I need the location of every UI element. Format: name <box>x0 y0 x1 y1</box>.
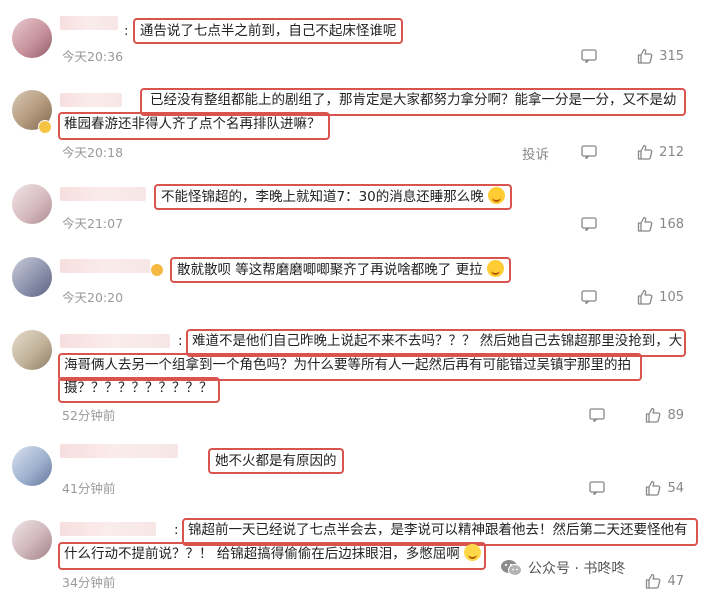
comment-time: 今天20:18 <box>62 145 124 160</box>
comment-text-line1: 已经没有整组都能上的剧组了，那肯定是大家都努力拿分啊？能拿一分是一分，又不是幼 <box>150 92 677 108</box>
username-blurred[interactable] <box>60 187 146 201</box>
thumbs-up-icon[interactable] <box>645 480 661 496</box>
comment-text: 不能怪锦超的，李晚上就知道7：30的消息还睡那么晚 <box>154 184 513 210</box>
like-count: 212 <box>659 144 684 160</box>
comment-icon[interactable] <box>581 49 597 63</box>
like-count: 105 <box>659 289 684 305</box>
thumbs-up-icon[interactable] <box>637 48 653 64</box>
avatar[interactable] <box>12 18 52 58</box>
crying-emoji-icon <box>464 544 482 561</box>
thumbs-up-icon[interactable] <box>637 216 653 232</box>
comment-item: 她不火都是有原因的 41分钟前 54 <box>0 430 714 510</box>
colon-separator: : <box>178 333 183 349</box>
comment-icon[interactable] <box>581 290 597 304</box>
comment-highlight: 她不火都是有原因的 <box>208 448 344 474</box>
username-blurred[interactable] <box>60 334 170 348</box>
comment-text-line2: 稚园春游还非得人齐了点个名再排队进嘛？ <box>64 116 321 132</box>
like-count: 89 <box>667 407 684 423</box>
like-count: 168 <box>659 216 684 232</box>
avatar[interactable] <box>12 330 52 370</box>
avatar[interactable] <box>12 520 52 560</box>
comment-highlight: 散就散呗 等这帮磨磨唧唧聚齐了再说啥都晚了 更拉 <box>170 257 511 283</box>
comment-time: 34分钟前 <box>62 575 116 590</box>
comment-text-line1: 锦超前一天已经说了七点半会去，是李说可以精神跟着他去！然后第二天还要怪他有 <box>188 522 688 538</box>
like-count: 315 <box>659 48 684 64</box>
comment-actions: 212 <box>581 143 684 161</box>
avatar[interactable] <box>12 184 52 224</box>
comment-actions: 89 <box>589 406 684 424</box>
comment-item: : 通告说了七点半之前到，自己不起床怪谁呢 今天20:36 315 <box>0 0 714 80</box>
thumbs-up-icon[interactable] <box>645 573 661 589</box>
comment-text-line3: 摄？？？？？？？？？？ <box>64 380 213 396</box>
thumbs-up-icon[interactable] <box>637 289 653 305</box>
wechat-watermark: 公众号 · 书咚咚 <box>500 558 625 578</box>
comment-time: 今天21:07 <box>62 216 124 231</box>
comment-item: : 难道不是他们自己昨晚上说起不来不去吗？？？ 然后她自己去锦超那里没抢到，大 … <box>0 320 714 430</box>
username-blurred[interactable] <box>60 93 122 107</box>
like-count: 47 <box>667 573 684 589</box>
colon-separator: : <box>174 522 179 538</box>
comment-text: 她不火都是有原因的 <box>208 448 344 474</box>
comment-icon[interactable] <box>589 481 606 495</box>
comment-text-line2: 海哥俩人去另一个组拿到一个角色吗？为什么要等所有人一起然后再有可能错过吴镇宇那里… <box>64 357 631 373</box>
comment-actions: 315 <box>581 47 684 65</box>
comment-actions: 105 <box>581 288 684 306</box>
laughing-emoji-icon <box>488 187 506 204</box>
comment-item: : 锦超前一天已经说了七点半会去，是李说可以精神跟着他去！然后第二天还要怪他有 … <box>0 510 714 597</box>
comment-time: 52分钟前 <box>62 408 116 423</box>
comment-time: 41分钟前 <box>62 481 116 496</box>
username-blurred[interactable] <box>60 522 156 536</box>
username-blurred[interactable] <box>60 16 118 30</box>
level-badge-icon <box>150 263 164 277</box>
avatar[interactable] <box>12 257 52 297</box>
watermark-text: 公众号 · 书咚咚 <box>528 561 626 577</box>
avatar[interactable] <box>12 446 52 486</box>
comment-time: 今天20:20 <box>62 290 124 305</box>
comment-highlight: 通告说了七点半之前到，自己不起床怪谁呢 <box>132 18 404 44</box>
comment-icon[interactable] <box>581 217 597 231</box>
verified-badge-icon <box>38 120 52 134</box>
comment-highlight: 不能怪锦超的，李晚上就知道7：30的消息还睡那么晚 <box>154 184 513 210</box>
comment-text: : 通告说了七点半之前到，自己不起床怪谁呢 <box>124 18 404 44</box>
username-blurred[interactable] <box>60 444 178 458</box>
comment-item: 散就散呗 等这帮磨磨唧唧聚齐了再说啥都晚了 更拉 今天20:20 105 <box>0 245 714 320</box>
comment-item: 不能怪锦超的，李晚上就知道7：30的消息还睡那么晚 今天21:07 168 <box>0 170 714 245</box>
comment-icon[interactable] <box>589 408 606 422</box>
comment-text: 散就散呗 等这帮磨磨唧唧聚齐了再说啥都晚了 更拉 <box>170 257 511 283</box>
comment-icon[interactable] <box>581 145 597 159</box>
comment-actions: 168 <box>581 215 684 233</box>
wechat-official-account-icon <box>500 559 522 577</box>
comment-item: 已经没有整组都能上的剧组了，那肯定是大家都努力拿分啊？能拿一分是一分，又不是幼 … <box>0 80 714 170</box>
thumbs-up-icon[interactable] <box>645 407 661 423</box>
comment-text-line1: 难道不是他们自己昨晚上说起不来不去吗？？？ 然后她自己去锦超那里没抢到，大 <box>192 333 683 349</box>
comment-time: 今天20:36 <box>62 49 124 64</box>
like-count: 54 <box>667 480 684 496</box>
smile-emoji-icon <box>486 260 504 277</box>
thumbs-up-icon[interactable] <box>637 144 653 160</box>
comment-actions: 47 <box>645 572 684 590</box>
report-link[interactable]: 投诉 <box>522 143 549 163</box>
username-blurred[interactable] <box>60 259 150 273</box>
comment-actions: 54 <box>589 479 684 497</box>
comment-text-line2: 什么行动不提前说？？！ 给锦超搞得偷偷在后边抹眼泪，多憋屈啊 <box>64 544 482 564</box>
